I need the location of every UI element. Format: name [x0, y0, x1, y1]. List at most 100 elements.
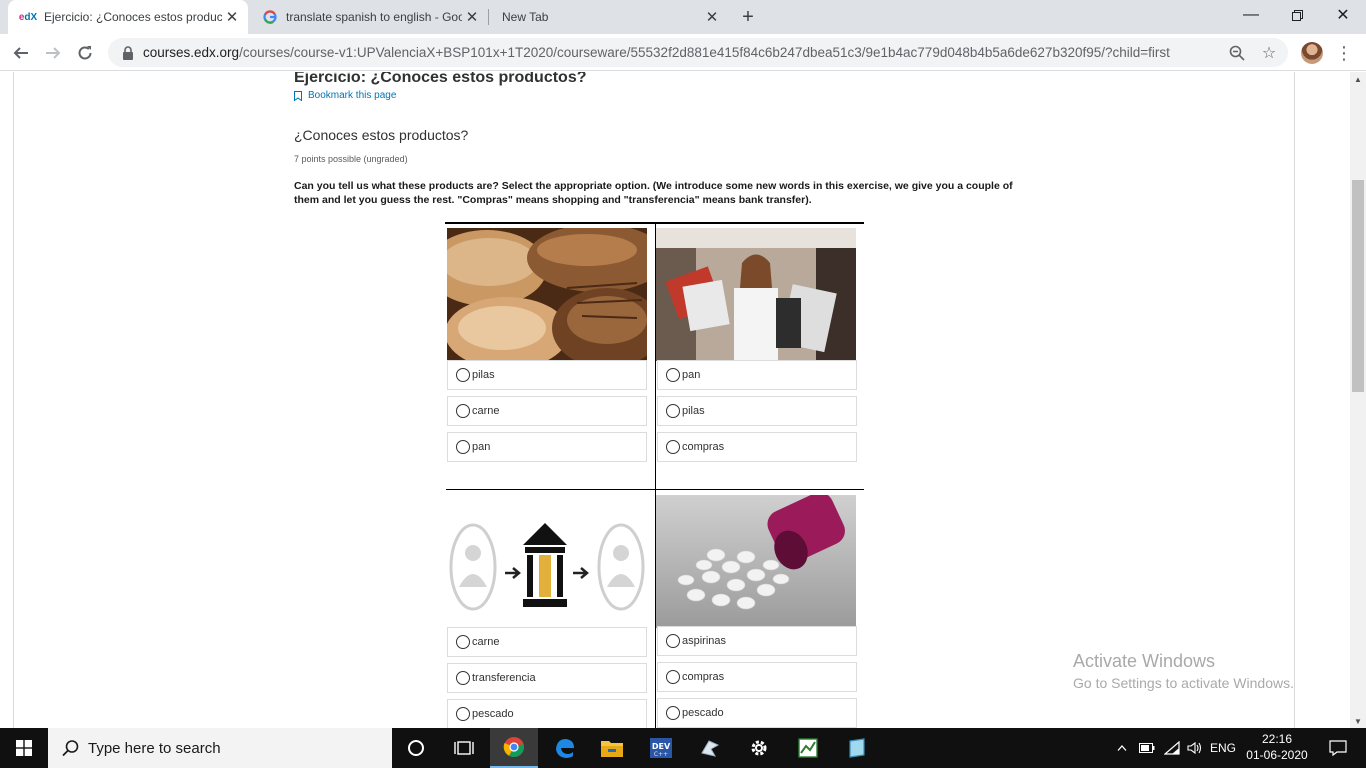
radio-button[interactable] [456, 671, 470, 685]
radio-button[interactable] [456, 404, 470, 418]
option-radio[interactable]: carne [447, 627, 647, 657]
bookmark-star-icon[interactable]: ☆ [1256, 40, 1282, 66]
windows-taskbar: Type here to search DEV C++ ENG 22:16 01… [0, 728, 1366, 768]
option-radio[interactable]: pescado [447, 699, 647, 728]
question-cell: aspirinas compras pescado [655, 489, 864, 728]
restore-icon [1291, 9, 1303, 21]
app-bird-icon[interactable] [686, 728, 734, 768]
menu-icon[interactable]: ⋮ [1334, 40, 1354, 66]
volume-icon[interactable] [1184, 728, 1206, 768]
tab-title: Ejercicio: ¿Conoces estos product [44, 10, 222, 24]
search-icon [62, 740, 79, 757]
action-center-icon[interactable] [1318, 728, 1358, 768]
option-label: carne [472, 405, 500, 417]
option-radio[interactable]: carne [447, 396, 647, 426]
radio-button[interactable] [666, 706, 680, 720]
instructions-text: Can you tell us what these products are?… [294, 180, 1013, 206]
vertical-scrollbar[interactable]: ▲ ▼ [1350, 72, 1366, 728]
chrome-taskbar-icon[interactable] [490, 728, 538, 768]
minimize-button[interactable]: — [1228, 0, 1274, 30]
tab-title: translate spanish to english - Goo [286, 10, 462, 24]
option-label: pilas [472, 369, 495, 381]
reload-button[interactable] [72, 40, 98, 66]
reload-icon [78, 46, 92, 60]
option-radio[interactable]: pescado [657, 698, 857, 728]
svg-text:DEV: DEV [652, 742, 671, 751]
forward-arrow-icon [46, 47, 61, 59]
radio-button[interactable] [456, 635, 470, 649]
bookmark-label: Bookmark this page [308, 90, 397, 101]
address-bar[interactable]: courses.edx.org/courses/course-v1:UPVale… [108, 38, 1288, 67]
new-tab-button[interactable]: + [736, 5, 760, 29]
svg-text:C++: C++ [654, 751, 668, 758]
radio-button[interactable] [666, 634, 680, 648]
option-label: pan [472, 441, 491, 453]
google-icon [262, 9, 278, 25]
tab-translate[interactable]: translate spanish to english - Goo ✕ [250, 0, 488, 34]
bread-image [447, 228, 647, 361]
option-radio[interactable]: pan [657, 360, 857, 390]
scroll-down-icon[interactable]: ▼ [1350, 714, 1366, 728]
bank-transfer-image [447, 495, 647, 628]
radio-button[interactable] [666, 440, 680, 454]
close-tab-icon[interactable]: ✕ [702, 7, 722, 27]
clock-time: 22:16 [1261, 732, 1293, 746]
zoom-icon[interactable] [1224, 40, 1250, 66]
taskbar-search[interactable]: Type here to search [48, 728, 392, 768]
windows-logo-icon [16, 740, 32, 756]
option-radio[interactable]: compras [657, 432, 857, 462]
scrollbar-thumb[interactable] [1352, 180, 1364, 392]
chart-app-icon[interactable] [784, 728, 832, 768]
scroll-up-icon[interactable]: ▲ [1350, 72, 1366, 86]
close-tab-icon[interactable]: ✕ [462, 7, 482, 27]
bookmark-icon [294, 90, 302, 101]
tab-new[interactable]: New Tab ✕ [490, 0, 728, 34]
back-button[interactable] [8, 40, 34, 66]
option-label: compras [682, 441, 725, 453]
option-radio[interactable]: pilas [447, 360, 647, 390]
radio-button[interactable] [666, 368, 680, 382]
question-cell: pilas carne pan [446, 223, 655, 489]
url-text: courses.edx.org/courses/course-v1:UPVale… [143, 45, 1224, 60]
radio-button[interactable] [666, 670, 680, 684]
bookmark-link[interactable]: Bookmark this page [294, 90, 396, 101]
option-radio[interactable]: compras [657, 662, 857, 692]
tab-ejercicio[interactable]: e dX Ejercicio: ¿Conoces estos product ✕ [8, 0, 248, 34]
watermark-subtitle: Go to Settings to activate Windows. [1073, 675, 1294, 691]
activate-windows-watermark: Activate Windows Go to Settings to activ… [1073, 651, 1294, 691]
cortana-icon[interactable] [392, 728, 440, 768]
show-hidden-icons[interactable] [1112, 728, 1132, 768]
option-radio[interactable]: transferencia [447, 663, 647, 693]
input-language[interactable]: ENG [1206, 728, 1240, 768]
radio-button[interactable] [666, 404, 680, 418]
file-explorer-icon[interactable] [588, 728, 636, 768]
battery-icon[interactable] [1136, 728, 1158, 768]
start-button[interactable] [0, 728, 48, 768]
lock-icon [123, 45, 133, 60]
radio-button[interactable] [456, 440, 470, 454]
clock-date: 01-06-2020 [1246, 748, 1308, 762]
wifi-icon[interactable] [1160, 728, 1184, 768]
edge-taskbar-icon[interactable] [540, 728, 588, 768]
question-cell: carne transferencia pescado [446, 489, 655, 728]
option-radio[interactable]: pilas [657, 396, 857, 426]
option-radio[interactable]: aspirinas [657, 626, 857, 656]
forward-button[interactable] [40, 40, 66, 66]
radio-button[interactable] [456, 368, 470, 382]
restore-button[interactable] [1274, 0, 1320, 30]
settings-gear-icon[interactable] [735, 728, 783, 768]
products-table: pilas carne pan pan pilas compras carne … [445, 222, 864, 728]
tab-strip: e dX Ejercicio: ¿Conoces estos product ✕ … [0, 0, 1366, 34]
option-label: pilas [682, 405, 705, 417]
option-radio[interactable]: pan [447, 432, 647, 462]
close-tab-icon[interactable]: ✕ [222, 7, 242, 27]
dev-cpp-icon[interactable]: DEV C++ [637, 728, 685, 768]
option-label: aspirinas [682, 635, 727, 647]
system-clock[interactable]: 22:16 01-06-2020 [1240, 731, 1314, 763]
profile-avatar[interactable] [1301, 42, 1323, 64]
radio-button[interactable] [456, 707, 470, 721]
task-view-icon[interactable] [440, 728, 488, 768]
question-cell: pan pilas compras [655, 223, 864, 489]
close-window-button[interactable]: ✕ [1320, 0, 1366, 30]
notebook-app-icon[interactable] [833, 728, 881, 768]
